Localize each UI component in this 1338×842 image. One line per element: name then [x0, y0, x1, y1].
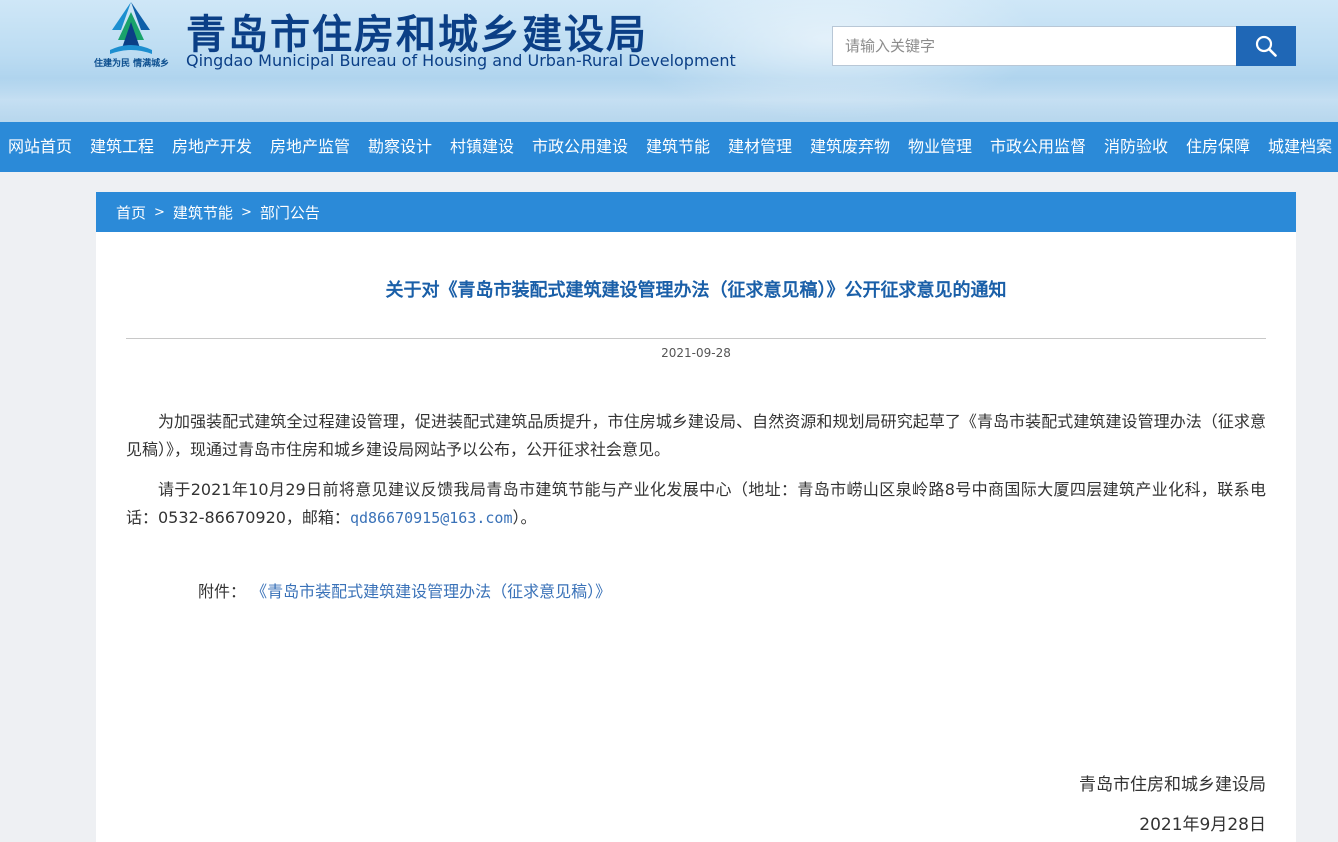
main-nav: 网站首页 建筑工程 房地产开发 房地产监管 勘察设计 村镇建设 市政公用建设 建…	[0, 122, 1338, 172]
breadcrumb-announcements[interactable]: 部门公告	[260, 202, 320, 223]
nav-item-housing-security[interactable]: 住房保障	[1186, 122, 1250, 172]
article-paragraph-2: 请于2021年10月29日前将意见建议反馈我局青岛市建筑节能与产业化发展中心（地…	[126, 476, 1266, 532]
site-title-english: Qingdao Municipal Bureau of Housing and …	[186, 51, 736, 70]
breadcrumb-separator: >	[240, 204, 252, 220]
nav-item-home[interactable]: 网站首页	[8, 122, 72, 172]
breadcrumb-home[interactable]: 首页	[116, 202, 146, 223]
attachment-row: 附件： 《青岛市装配式建筑建设管理办法（征求意见稿）》	[198, 578, 611, 602]
nav-item-village-construction[interactable]: 村镇建设	[450, 122, 514, 172]
paragraph-2-closing: ）。	[512, 508, 537, 527]
nav-item-real-estate-supervision[interactable]: 房地产监管	[270, 122, 350, 172]
nav-item-construction[interactable]: 建筑工程	[90, 122, 154, 172]
signature-organization: 青岛市住房和城乡建设局	[1079, 775, 1266, 795]
paragraph-2-text: 请于2021年10月29日前将意见建议反馈我局青岛市建筑节能与产业化发展中心（地…	[126, 480, 1266, 527]
nav-item-survey-design[interactable]: 勘察设计	[368, 122, 432, 172]
attachment-link[interactable]: 《青岛市装配式建筑建设管理办法（征求意见稿）》	[251, 582, 611, 601]
article-paragraph-1: 为加强装配式建筑全过程建设管理，促进装配式建筑品质提升，市住房城乡建设局、自然资…	[126, 412, 1266, 459]
nav-item-urban-archives[interactable]: 城建档案	[1268, 122, 1332, 172]
publish-date: 2021-09-28	[661, 346, 731, 360]
article-title: 关于对《青岛市装配式建筑建设管理办法（征求意见稿）》公开征求意见的通知	[385, 280, 1007, 301]
logo-slogan: 住建为民 情满城乡	[94, 59, 170, 69]
header-sea-background	[0, 78, 1338, 122]
breadcrumb-energy-saving[interactable]: 建筑节能	[173, 202, 233, 223]
nav-item-property-management[interactable]: 物业管理	[908, 122, 972, 172]
nav-item-fire-acceptance[interactable]: 消防验收	[1104, 122, 1168, 172]
nav-item-real-estate-dev[interactable]: 房地产开发	[172, 122, 252, 172]
article-container: 首页 > 建筑节能 > 部门公告 关于对《青岛市装配式建筑建设管理办法（征求意见…	[96, 192, 1296, 842]
breadcrumb-separator: >	[154, 204, 165, 220]
search-icon	[1255, 35, 1277, 57]
search-button[interactable]	[1236, 26, 1296, 66]
nav-item-municipal-supervision[interactable]: 市政公用监督	[990, 122, 1086, 172]
email-link[interactable]: qd86670915@163.com	[350, 509, 513, 527]
nav-item-materials[interactable]: 建材管理	[728, 122, 792, 172]
breadcrumb: 首页 > 建筑节能 > 部门公告	[96, 192, 1296, 232]
search-input[interactable]	[832, 26, 1236, 66]
nav-item-construction-waste[interactable]: 建筑废弃物	[810, 122, 890, 172]
site-header: 住建为民 情满城乡 青岛市住房和城乡建设局 Qingdao Municipal …	[0, 0, 1338, 122]
attachment-label: 附件：	[198, 582, 247, 601]
nav-item-energy-saving[interactable]: 建筑节能	[646, 122, 710, 172]
nav-item-municipal-construction[interactable]: 市政公用建设	[532, 122, 628, 172]
title-divider	[126, 338, 1266, 339]
signature-date: 2021年9月28日	[1139, 815, 1266, 835]
